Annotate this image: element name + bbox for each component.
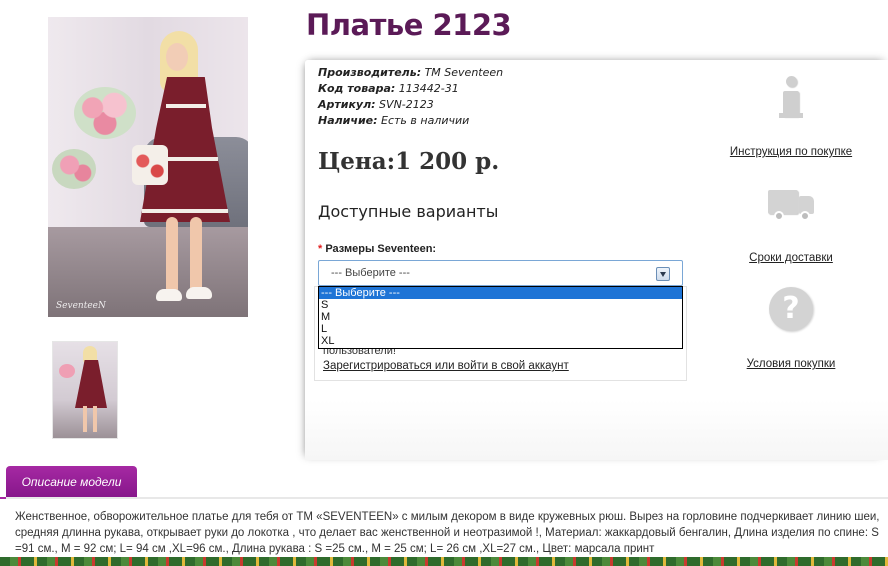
spec-value: SVN-2123 — [375, 98, 434, 111]
instructions-block: Инструкция по покупке — [716, 72, 866, 158]
model-shoe — [186, 287, 212, 299]
spec-label: Код товара: — [318, 82, 396, 95]
thumb-leg — [93, 406, 97, 432]
size-option[interactable]: M — [319, 311, 682, 323]
info-icon[interactable] — [766, 72, 816, 122]
question-icon[interactable]: ? — [766, 284, 816, 334]
size-option-label: * Размеры Seventeen: — [318, 243, 436, 255]
spec-article: Артикул: SVN-2123 — [318, 98, 434, 112]
truck-icon-wheel — [800, 211, 810, 221]
photo-flowers — [74, 87, 136, 139]
tab-description[interactable]: Описание модели — [6, 466, 137, 498]
product-description: Женственное, обворожительное платье для … — [15, 511, 880, 555]
size-select-value: --- Выберите --- — [331, 267, 410, 279]
model-face — [166, 43, 188, 71]
price-label: Цена: — [318, 148, 396, 175]
dress-trim — [166, 104, 206, 108]
size-option[interactable]: XL — [319, 335, 682, 347]
spec-label: Производитель: — [318, 66, 422, 79]
size-select[interactable]: --- Выберите --- — [318, 260, 683, 286]
tab-underline — [0, 497, 888, 499]
decorative-garland — [0, 557, 888, 566]
spec-value: Есть в наличии — [377, 114, 470, 127]
thumb-dress — [75, 360, 107, 408]
product-title: Платье 2123 — [306, 8, 512, 42]
photo-flowers-small — [52, 149, 96, 189]
product-thumbnail[interactable] — [52, 341, 118, 439]
delivery-link[interactable]: Сроки доставки — [716, 252, 866, 264]
model-leg — [166, 217, 178, 295]
info-icon-base — [779, 113, 803, 118]
truck-icon-wheel — [774, 211, 784, 221]
size-label-text: Размеры Seventeen: — [325, 243, 437, 255]
truck-icon[interactable] — [766, 178, 816, 228]
variants-heading: Доступные варианты — [318, 202, 499, 221]
product-info-panel: Производитель: TM Seventeen Код товара: … — [305, 60, 888, 460]
info-icon-dot — [786, 76, 797, 87]
price-value: 1 200 р. — [395, 148, 500, 175]
spec-label: Артикул: — [318, 98, 376, 111]
size-dropdown-list[interactable]: --- Выберите --- S M L XL — [318, 286, 683, 349]
spec-manufacturer: Производитель: TM Seventeen — [318, 66, 503, 80]
dress-trim — [142, 209, 228, 213]
product-price: Цена:1 200 р. — [318, 148, 499, 175]
conditions-block: ? Условия покупки — [716, 284, 866, 370]
delivery-block: Сроки доставки — [716, 178, 866, 264]
image-watermark: SeventeeN — [56, 301, 106, 311]
spec-availability: Наличие: Есть в наличии — [318, 114, 469, 128]
spec-value: TM Seventeen — [421, 66, 504, 79]
instructions-link[interactable]: Инструкция по покупке — [716, 146, 866, 158]
register-login-link[interactable]: Зарегистрироваться или войти в свой акка… — [323, 360, 569, 372]
product-main-image[interactable]: SeventeeN — [48, 17, 248, 317]
required-mark: * — [318, 243, 323, 255]
truck-icon-box — [768, 190, 798, 214]
thumb-flowers — [59, 364, 75, 378]
model-shoe — [156, 289, 182, 301]
size-option[interactable]: S — [319, 299, 682, 311]
model-leg — [190, 217, 202, 295]
chevron-down-icon[interactable] — [656, 267, 670, 281]
size-option[interactable]: L — [319, 323, 682, 335]
size-option[interactable]: --- Выберите --- — [319, 287, 682, 299]
conditions-link[interactable]: Условия покупки — [716, 358, 866, 370]
spec-product-code: Код товара: 113442-31 — [318, 82, 459, 96]
thumb-leg — [83, 406, 87, 432]
question-icon-circle: ? — [769, 287, 813, 331]
model-bag — [132, 145, 168, 185]
spec-label: Наличие: — [318, 114, 378, 127]
spec-value: 113442-31 — [395, 82, 459, 95]
